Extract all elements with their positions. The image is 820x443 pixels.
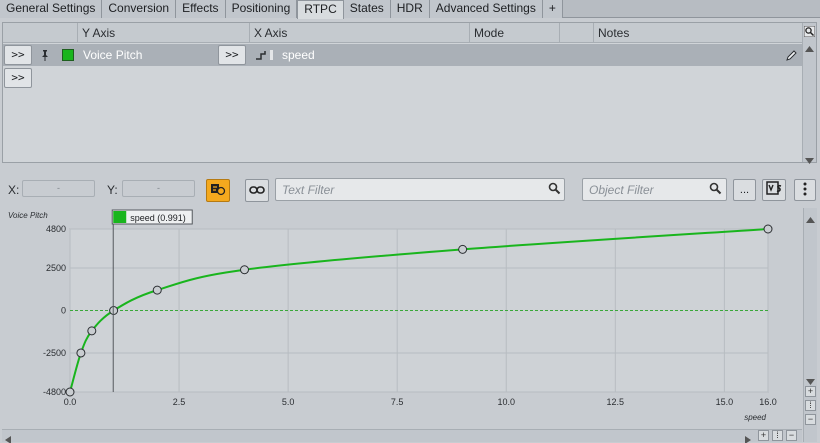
zoom-fit-horizontal-button[interactable]: ⁞ bbox=[772, 430, 783, 441]
graph-view-button[interactable] bbox=[762, 179, 786, 201]
curve-control-point[interactable] bbox=[65, 387, 75, 397]
text-filter-input[interactable] bbox=[282, 182, 522, 198]
zoom-out-horizontal-button[interactable]: − bbox=[786, 430, 797, 441]
zoom-out-vertical-button[interactable]: − bbox=[805, 414, 816, 425]
tab-conversion[interactable]: Conversion bbox=[102, 0, 177, 18]
tab-general-settings[interactable]: General Settings bbox=[0, 0, 103, 18]
rtpc-graph[interactable]: Voice Pitch speed 0.0 2.5 5.0 7.5 10.0 12.5 15… bbox=[2, 208, 802, 428]
scroll-down-icon[interactable] bbox=[805, 153, 814, 167]
tab-add[interactable]: + bbox=[542, 0, 563, 18]
magnify-icon[interactable] bbox=[803, 25, 816, 40]
curve-color-swatch bbox=[62, 49, 74, 61]
tab-hdr[interactable]: HDR bbox=[390, 0, 430, 18]
tab-positioning[interactable]: Positioning bbox=[225, 0, 298, 18]
zoom-in-horizontal-button[interactable]: + bbox=[758, 430, 769, 441]
graph-toolbar: X: - Y: - ... bbox=[0, 176, 820, 206]
text-filter-box bbox=[275, 178, 565, 201]
rtpc-curve-chart[interactable]: Voice Pitch speed 0.0 2.5 5.0 7.5 10.0 12.5 15… bbox=[2, 208, 802, 428]
scroll-left-icon[interactable] bbox=[5, 433, 11, 443]
expand-x-axis-button[interactable]: >> bbox=[218, 45, 246, 65]
pin-icon[interactable] bbox=[39, 49, 51, 64]
scroll-up-icon[interactable] bbox=[805, 41, 814, 55]
curve-control-point[interactable] bbox=[240, 265, 249, 275]
graph-horizontal-scrollbar[interactable]: + ⁞ − bbox=[2, 429, 802, 443]
x-axis-label: speed bbox=[744, 413, 766, 422]
game-parameter-icon bbox=[255, 49, 275, 64]
y-tick-label: 0 bbox=[61, 306, 66, 316]
graph-view-icon bbox=[765, 181, 783, 199]
curve-control-point[interactable] bbox=[152, 285, 162, 295]
curve-control-point[interactable] bbox=[76, 348, 86, 358]
rtpc-row-voice-pitch[interactable]: >> Voice Pitch >> speed bbox=[3, 44, 803, 66]
column-divider bbox=[559, 23, 593, 43]
search-icon[interactable] bbox=[548, 182, 561, 198]
x-coordinate-field[interactable]: - bbox=[22, 180, 95, 197]
scroll-up-icon[interactable] bbox=[806, 212, 815, 226]
y-tick-label: -4800 bbox=[43, 387, 66, 397]
cursor-color-swatch bbox=[113, 211, 127, 223]
link-icon bbox=[249, 184, 265, 198]
curve-mode-toggle[interactable] bbox=[206, 179, 230, 202]
tab-states[interactable]: States bbox=[343, 0, 391, 18]
object-filter-input[interactable] bbox=[589, 182, 704, 198]
expand-y-axis-button[interactable]: >> bbox=[4, 45, 32, 65]
x-tick-label: 16.0 bbox=[759, 397, 777, 407]
scroll-right-icon[interactable] bbox=[745, 433, 751, 443]
x-axis-game-parameter[interactable]: speed bbox=[282, 44, 315, 66]
notes-column-header[interactable]: Notes bbox=[593, 23, 803, 43]
object-filter-box bbox=[582, 178, 727, 201]
add-rtpc-button[interactable]: >> bbox=[4, 68, 32, 88]
curve-control-point[interactable] bbox=[458, 244, 468, 254]
x-tick-label: 5.0 bbox=[282, 397, 295, 407]
x-tick-label: 15.0 bbox=[716, 397, 734, 407]
y-tick-label: 4800 bbox=[46, 224, 66, 234]
cursor-value-label: speed (0.991) bbox=[130, 213, 186, 223]
edit-notes-icon[interactable] bbox=[786, 49, 798, 64]
x-axis-column-header[interactable]: X Axis bbox=[249, 23, 469, 43]
x-tick-label: 12.5 bbox=[607, 397, 625, 407]
y-axis-label: Voice Pitch bbox=[8, 211, 48, 220]
x-tick-label: 0.0 bbox=[64, 397, 77, 407]
y-tick-label: 2500 bbox=[46, 263, 66, 273]
graph-vertical-scrollbar[interactable]: + ⁞ − bbox=[803, 208, 817, 442]
rtpc-vertical-scrollbar[interactable] bbox=[802, 23, 816, 164]
browse-button[interactable]: ... bbox=[733, 179, 756, 201]
tab-effects[interactable]: Effects bbox=[176, 0, 226, 18]
x-tick-label: 10.0 bbox=[497, 397, 515, 407]
tab-rtpc[interactable]: RTPC bbox=[297, 0, 344, 19]
tab-advanced-settings[interactable]: Advanced Settings bbox=[429, 0, 543, 18]
y-tick-label: -2500 bbox=[43, 348, 66, 358]
search-icon[interactable] bbox=[709, 182, 722, 198]
curve-control-point[interactable] bbox=[87, 326, 97, 336]
curve-tool-icon bbox=[210, 182, 226, 199]
curve-control-point[interactable] bbox=[763, 224, 773, 234]
zoom-in-vertical-button[interactable]: + bbox=[805, 386, 816, 397]
vertical-ellipsis-icon bbox=[803, 182, 807, 199]
x-tick-label: 2.5 bbox=[173, 397, 186, 407]
zoom-fit-vertical-button[interactable]: ⁞ bbox=[805, 400, 816, 411]
rtpc-list: Y Axis X Axis Mode Notes >> Voice Pitch … bbox=[2, 22, 817, 164]
property-tabs: General Settings Conversion Effects Positio… bbox=[0, 0, 820, 19]
mode-column-header[interactable]: Mode bbox=[469, 23, 559, 43]
y-coordinate-field[interactable]: - bbox=[122, 180, 195, 197]
rtpc-table-header: Y Axis X Axis Mode Notes bbox=[3, 23, 803, 43]
x-coordinate-label: X: bbox=[8, 183, 20, 197]
link-button[interactable] bbox=[245, 179, 269, 202]
y-axis-column-header[interactable]: Y Axis bbox=[77, 23, 223, 43]
y-axis-property[interactable]: Voice Pitch bbox=[83, 44, 142, 66]
y-coordinate-label: Y: bbox=[107, 183, 118, 197]
x-tick-label: 7.5 bbox=[391, 397, 404, 407]
more-options-button[interactable] bbox=[794, 179, 816, 201]
